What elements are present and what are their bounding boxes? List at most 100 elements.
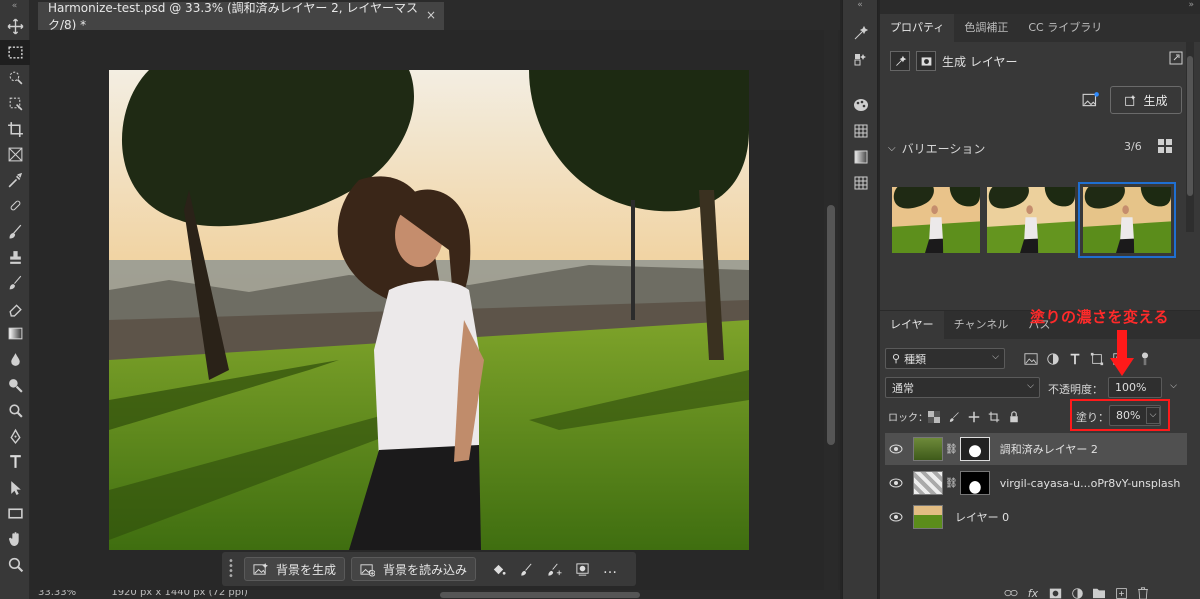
variations-header[interactable]: ⌵ バリエーション [888, 140, 1188, 157]
lock-artboard-icon[interactable] [988, 408, 1000, 427]
hand-tool-icon[interactable] [0, 526, 30, 552]
vertical-scroll-thumb[interactable] [827, 205, 835, 445]
gradients-icon[interactable] [843, 144, 879, 170]
close-tab-icon[interactable]: × [426, 8, 436, 22]
brush-icon[interactable] [514, 557, 538, 581]
variation-thumbnail-2[interactable] [987, 187, 1075, 253]
eraser-tool-icon[interactable] [0, 296, 30, 322]
zoom-level[interactable]: 33.33% [38, 590, 76, 598]
adjustment-layer-icon[interactable] [1066, 587, 1088, 599]
chain-link-icon[interactable]: ⛓ [945, 444, 958, 455]
contextual-task-bar: • • • • 背景を生成 背景を読み込み … [222, 552, 636, 586]
chain-link-icon[interactable]: ⛓ [945, 478, 958, 489]
lock-transparent-icon[interactable] [928, 408, 940, 427]
filter-toggle-icon[interactable] [1140, 351, 1150, 370]
new-group-icon[interactable] [1088, 587, 1110, 599]
zoom-tool-icon[interactable] [0, 551, 30, 577]
zoom-tool-small-icon[interactable] [0, 398, 30, 424]
blend-mode-value: 通常 [892, 381, 914, 395]
canvas-area[interactable] [30, 30, 840, 590]
opacity-value: 100% [1115, 381, 1147, 394]
tab-cc-libraries[interactable]: CC ライブラリ [1018, 14, 1112, 42]
generate-button-label: 生成 [1143, 93, 1168, 108]
layer-mask-thumbnail[interactable] [959, 437, 990, 461]
rectangle-tool-icon[interactable] [0, 500, 30, 526]
path-selection-tool-icon[interactable] [0, 475, 30, 501]
taskbar-drag-handle[interactable]: • • • • [228, 557, 234, 582]
brush-tool-icon[interactable] [0, 219, 30, 245]
delete-layer-icon[interactable] [1132, 587, 1154, 599]
vertical-scrollbar[interactable] [824, 30, 838, 590]
type-filter-icon[interactable] [1068, 351, 1082, 370]
pen-tool-icon[interactable] [0, 424, 30, 450]
generative-fill-icon[interactable] [843, 20, 879, 46]
image-reference-icon[interactable] [1082, 91, 1100, 113]
swatches-icon[interactable] [843, 118, 879, 144]
generate-background-button[interactable]: 背景を生成 [244, 557, 346, 581]
variation-thumbnail-1[interactable] [892, 187, 980, 253]
tab-properties[interactable]: プロパティ [880, 14, 955, 42]
link-layer-icon[interactable] [1168, 50, 1184, 70]
layer-row-harmonized[interactable]: ⛓ 調和済みレイヤー 2 [885, 433, 1187, 465]
eyedropper-tool-icon[interactable] [0, 168, 30, 194]
lock-position-icon[interactable] [968, 408, 980, 427]
brush-add-icon[interactable] [542, 557, 566, 581]
layer-row-photo[interactable]: ⛓ virgil-cayasa-u...oPr8vY-unsplash [885, 467, 1187, 499]
document-image[interactable] [109, 70, 749, 550]
fill-bucket-icon[interactable] [486, 557, 510, 581]
generate-icon [1125, 94, 1136, 106]
frame-tool-icon[interactable] [0, 142, 30, 168]
import-background-button[interactable]: 背景を読み込み [351, 557, 477, 581]
toolbar-collapse-icon[interactable]: « [0, 0, 29, 14]
clone-stamp-tool-icon[interactable] [0, 244, 30, 270]
color-palette-icon[interactable] [843, 92, 879, 118]
tab-layers[interactable]: レイヤー [880, 311, 944, 339]
panel-collapse-icon[interactable]: » [880, 0, 1200, 14]
visibility-eye-icon[interactable] [885, 478, 907, 488]
pixel-filter-icon[interactable] [1024, 351, 1038, 370]
more-options-icon[interactable]: … [598, 557, 622, 581]
marquee-tool-icon[interactable] [0, 39, 30, 66]
horizontal-scroll-thumb[interactable] [440, 592, 640, 598]
new-layer-icon[interactable] [1110, 587, 1132, 599]
tab-channels[interactable]: チャンネル [944, 311, 1019, 339]
blur-tool-icon[interactable] [0, 347, 30, 373]
shape-filter-icon[interactable] [1090, 351, 1104, 370]
tools-panel: « [0, 0, 30, 599]
generate-button[interactable]: 生成 [1110, 86, 1182, 114]
variation-thumbnail-3[interactable] [1078, 182, 1176, 258]
patterns-icon[interactable] [843, 170, 879, 196]
gradient-tool-icon[interactable] [0, 321, 30, 347]
adjustment-filter-icon[interactable] [1046, 351, 1060, 370]
crop-tool-icon[interactable] [0, 116, 30, 142]
add-mask-icon[interactable] [1044, 587, 1066, 599]
grid-view-icon[interactable] [1157, 138, 1173, 158]
layer-row-background[interactable]: レイヤー 0 [885, 501, 1187, 533]
type-tool-icon[interactable] [0, 449, 30, 475]
fx-icon[interactable]: fx [1022, 587, 1044, 599]
layer-mask-thumbnail[interactable] [959, 471, 990, 495]
strip-collapse-icon[interactable]: « [843, 0, 877, 14]
layer-name: 調和済みレイヤー 2 [999, 443, 1098, 456]
mask-icon[interactable] [570, 557, 594, 581]
chevron-down-icon[interactable]: ⌵ [888, 143, 896, 154]
lock-all-icon[interactable] [1008, 408, 1020, 427]
link-layers-icon[interactable] [1000, 587, 1022, 599]
tab-adjustments[interactable]: 色調補正 [954, 14, 1018, 42]
quick-selection-tool-icon[interactable] [0, 91, 30, 117]
history-brush-tool-icon[interactable] [0, 270, 30, 296]
opacity-label: 不透明度： [1048, 383, 1103, 396]
object-selection-tool-icon[interactable] [0, 65, 30, 91]
lock-pixels-icon[interactable] [948, 408, 960, 427]
chevron-down-icon[interactable]: ⌵ [1170, 381, 1177, 391]
generative-layer-icon[interactable] [843, 46, 879, 72]
visibility-eye-icon[interactable] [885, 444, 907, 454]
move-tool-icon[interactable] [0, 14, 30, 40]
dodge-tool-icon[interactable] [0, 372, 30, 398]
properties-scrollbar[interactable] [1186, 42, 1194, 232]
healing-brush-tool-icon[interactable] [0, 193, 30, 219]
document-tab[interactable]: Harmonize-test.psd @ 33.3% (調和済みレイヤー 2, … [38, 1, 444, 32]
visibility-eye-icon[interactable] [885, 512, 907, 522]
blend-mode-dropdown[interactable]: 通常 ⌵ [885, 377, 1040, 398]
layer-filter-kind-dropdown[interactable]: ⚲ 種類 ⌵ [885, 348, 1005, 369]
